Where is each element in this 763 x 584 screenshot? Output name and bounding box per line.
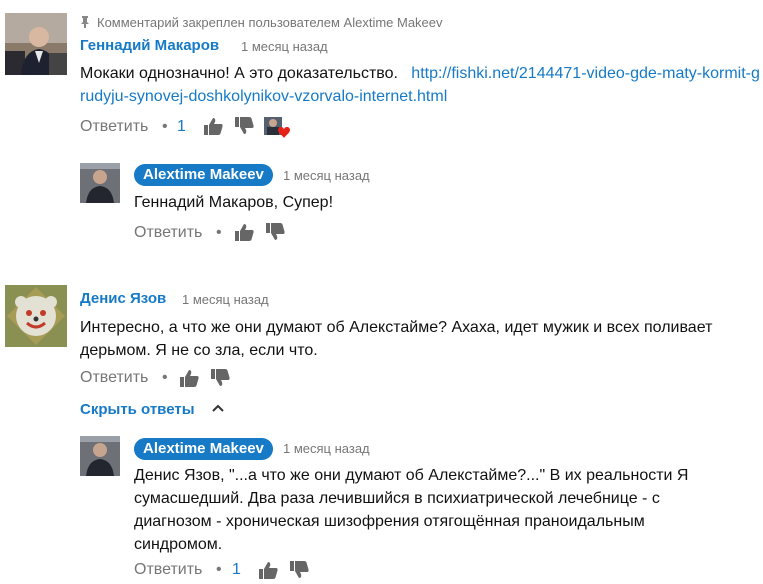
reply-time[interactable]: 1 месяц назад xyxy=(283,441,370,456)
thumbs-down-icon[interactable] xyxy=(210,369,230,387)
comment-author[interactable]: Геннадий Макаров xyxy=(80,37,219,54)
chevron-up-icon[interactable] xyxy=(212,404,224,412)
reply-text: Денис Язов, "...а что же они думают об А… xyxy=(134,467,689,553)
avatar-alextime[interactable] xyxy=(80,163,120,203)
reply-time[interactable]: 1 месяц назад xyxy=(283,168,370,183)
reply-button[interactable]: Ответить xyxy=(80,118,148,136)
separator-dot: • xyxy=(216,224,222,241)
comment-time[interactable]: 1 месяц назад xyxy=(241,39,328,54)
pin-icon xyxy=(80,15,90,29)
thumbs-up-icon[interactable] xyxy=(234,223,254,241)
like-count: 1 xyxy=(177,118,186,135)
reply-button[interactable]: Ответить xyxy=(134,561,202,579)
like-count: 1 xyxy=(232,561,241,578)
reply-author-chip[interactable]: Alextime Makeev xyxy=(134,438,273,460)
hide-replies-button[interactable]: Скрыть ответы xyxy=(80,401,195,418)
thumbs-down-icon[interactable] xyxy=(234,117,254,135)
creator-heart-icon xyxy=(264,117,292,139)
separator-dot: • xyxy=(216,561,222,578)
pinned-note: Комментарий закреплен пользователем Alex… xyxy=(97,15,443,30)
separator-dot: • xyxy=(162,369,168,386)
thumbs-up-icon[interactable] xyxy=(179,369,199,387)
thumbs-down-icon[interactable] xyxy=(289,561,309,579)
reply-button[interactable]: Ответить xyxy=(80,369,148,387)
comment-body: Мокаки однозначно! А это доказательство. xyxy=(80,65,398,82)
separator-dot: • xyxy=(162,118,168,135)
avatar-alextime[interactable] xyxy=(80,436,120,476)
reply-author-chip[interactable]: Alextime Makeev xyxy=(134,164,273,186)
comment-time[interactable]: 1 месяц назад xyxy=(182,292,269,307)
reply-button[interactable]: Ответить xyxy=(134,224,202,242)
comment-text: Мокаки однозначно! А это доказательство.… xyxy=(80,62,760,108)
hide-replies-label: Скрыть ответы xyxy=(80,401,195,418)
comment-author[interactable]: Денис Язов xyxy=(80,290,166,307)
avatar-denis[interactable] xyxy=(5,285,67,347)
thumbs-down-icon[interactable] xyxy=(265,223,285,241)
avatar-gennady[interactable] xyxy=(5,13,67,75)
comment-text: Интересно, а что же они думают об Алекст… xyxy=(80,319,713,359)
thumbs-up-icon[interactable] xyxy=(203,117,223,135)
reply-text: Геннадий Макаров, Супер! xyxy=(134,194,334,211)
thumbs-up-icon[interactable] xyxy=(258,561,278,579)
